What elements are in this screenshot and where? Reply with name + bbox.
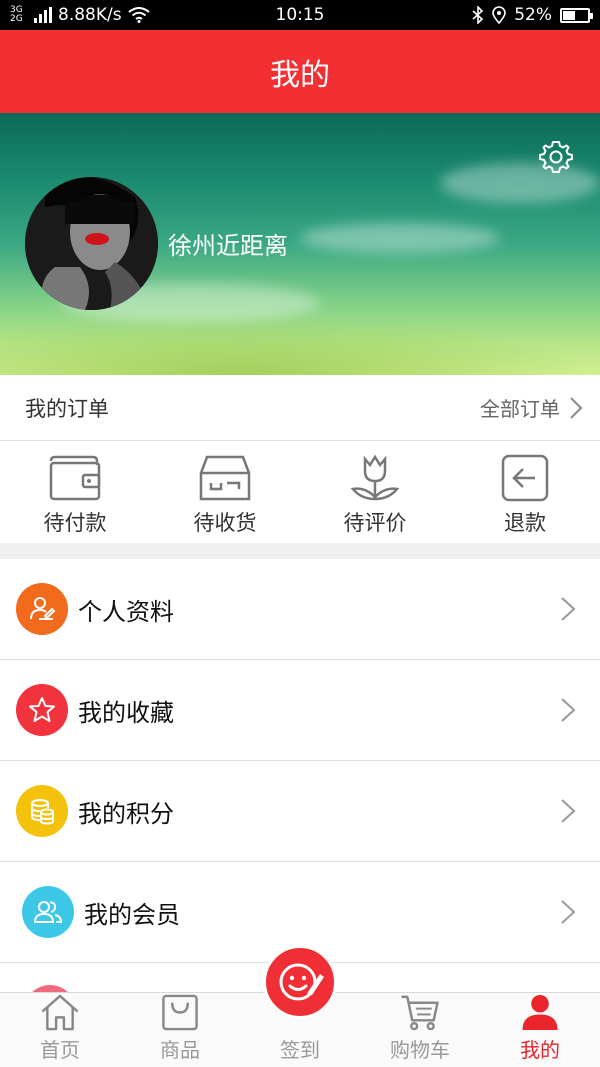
signal-icon — [34, 7, 52, 23]
tab-cart[interactable]: 购物车 — [360, 993, 480, 1067]
user-icon — [522, 994, 558, 1031]
avatar-image — [25, 177, 158, 310]
tulip-icon — [350, 454, 400, 501]
battery-percent: 52% — [514, 5, 552, 25]
coins-icon — [31, 799, 54, 825]
order-status-pending-payment[interactable]: 待付款 — [0, 441, 150, 543]
menu-item-profile[interactable]: 个人资料 — [0, 559, 600, 660]
chevron-right-icon — [570, 396, 582, 419]
banner-cloud — [440, 163, 600, 203]
order-status-label: 待评价 — [343, 511, 407, 535]
my-orders-title: 我的订单 — [25, 396, 109, 421]
menu-item-label: 我的积分 — [78, 799, 174, 828]
home-icon — [41, 994, 79, 1031]
menu-icon-bg — [22, 886, 74, 938]
banner-cloud — [300, 223, 500, 253]
smile-pen-icon — [279, 963, 324, 1001]
chevron-right-icon — [561, 597, 576, 621]
profile-banner: 徐州近距离 — [0, 113, 600, 375]
status-left: 3G 2G 8.88K/s — [10, 5, 210, 25]
status-right: 52% — [390, 5, 593, 25]
status-time: 10:15 — [275, 5, 325, 25]
order-status-refund[interactable]: 退款 — [450, 441, 600, 543]
status-bar: 3G 2G 8.88K/s 10:15 52% — [0, 0, 600, 30]
banner-hill — [0, 315, 600, 375]
my-orders-row: 我的订单 全部订单 — [0, 375, 600, 441]
all-orders-link[interactable]: 全部订单 — [480, 393, 582, 422]
box-icon — [199, 455, 251, 501]
chevron-right-icon — [561, 799, 576, 823]
menu-icon-bg — [16, 785, 68, 837]
section-divider — [0, 543, 600, 559]
chevron-right-icon — [561, 900, 576, 924]
signin-button[interactable] — [263, 945, 337, 1019]
order-status-pending-review[interactable]: 待评价 — [300, 441, 450, 543]
tab-label: 签到 — [280, 1038, 320, 1062]
location-icon — [492, 6, 507, 24]
username[interactable]: 徐州近距离 — [168, 226, 288, 261]
menu-item-label: 我的收藏 — [78, 698, 174, 727]
wifi-icon — [127, 7, 150, 23]
bluetooth-icon — [472, 6, 484, 24]
order-status-bar: 待付款 待收货 待评价 退款 — [0, 441, 600, 543]
order-status-label: 待收货 — [193, 511, 257, 535]
network-type: 3G 2G — [10, 5, 23, 24]
profile-edit-icon — [30, 597, 56, 620]
menu-icon-bg — [16, 684, 68, 736]
menu-item-favorites[interactable]: 我的收藏 — [0, 660, 600, 761]
menu-item-label: 我的会员 — [84, 900, 180, 929]
tab-label: 购物车 — [390, 1038, 450, 1062]
menu-item-points[interactable]: 我的积分 — [0, 761, 600, 862]
tab-label: 首页 — [40, 1038, 80, 1062]
order-status-pending-receipt[interactable]: 待收货 — [150, 441, 300, 543]
page-title: 我的 — [270, 57, 330, 93]
tab-mine[interactable]: 我的 — [480, 993, 600, 1067]
battery-icon — [560, 7, 593, 23]
bag-icon — [162, 994, 198, 1031]
tab-products[interactable]: 商品 — [120, 993, 240, 1067]
star-icon — [29, 697, 55, 722]
order-status-label: 退款 — [504, 511, 546, 535]
all-orders-label: 全部订单 — [480, 397, 560, 421]
page-header: 我的 — [0, 30, 600, 113]
tab-label: 商品 — [160, 1038, 200, 1062]
order-status-label: 待付款 — [43, 511, 107, 535]
chevron-right-icon — [561, 698, 576, 722]
cart-icon — [401, 995, 439, 1031]
menu-icon-bg — [16, 583, 68, 635]
menu-item-label: 个人资料 — [78, 597, 174, 626]
network-speed: 8.88K/s — [58, 5, 122, 25]
members-icon — [33, 901, 63, 923]
menu-list: 个人资料 我的收藏 我的积分 我的会员 — [0, 559, 600, 993]
tab-home[interactable]: 首页 — [0, 993, 120, 1067]
wallet-icon — [49, 455, 101, 501]
tab-label: 我的 — [520, 1038, 560, 1062]
gear-icon[interactable] — [538, 139, 574, 175]
avatar[interactable] — [25, 177, 158, 310]
return-icon — [501, 454, 549, 502]
